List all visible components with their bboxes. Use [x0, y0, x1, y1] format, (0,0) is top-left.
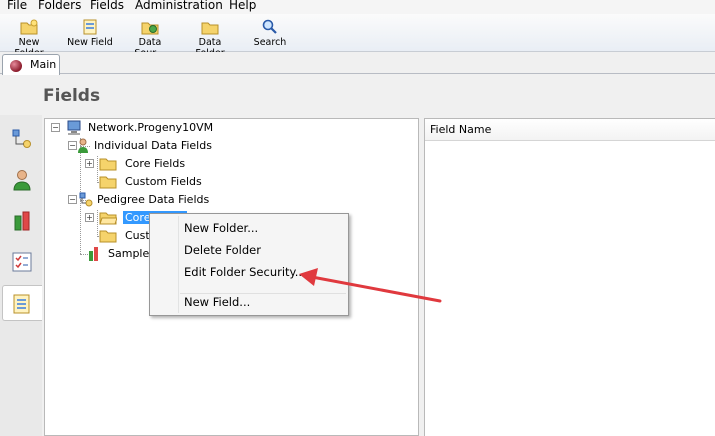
- annotation-arrow: [299, 268, 442, 303]
